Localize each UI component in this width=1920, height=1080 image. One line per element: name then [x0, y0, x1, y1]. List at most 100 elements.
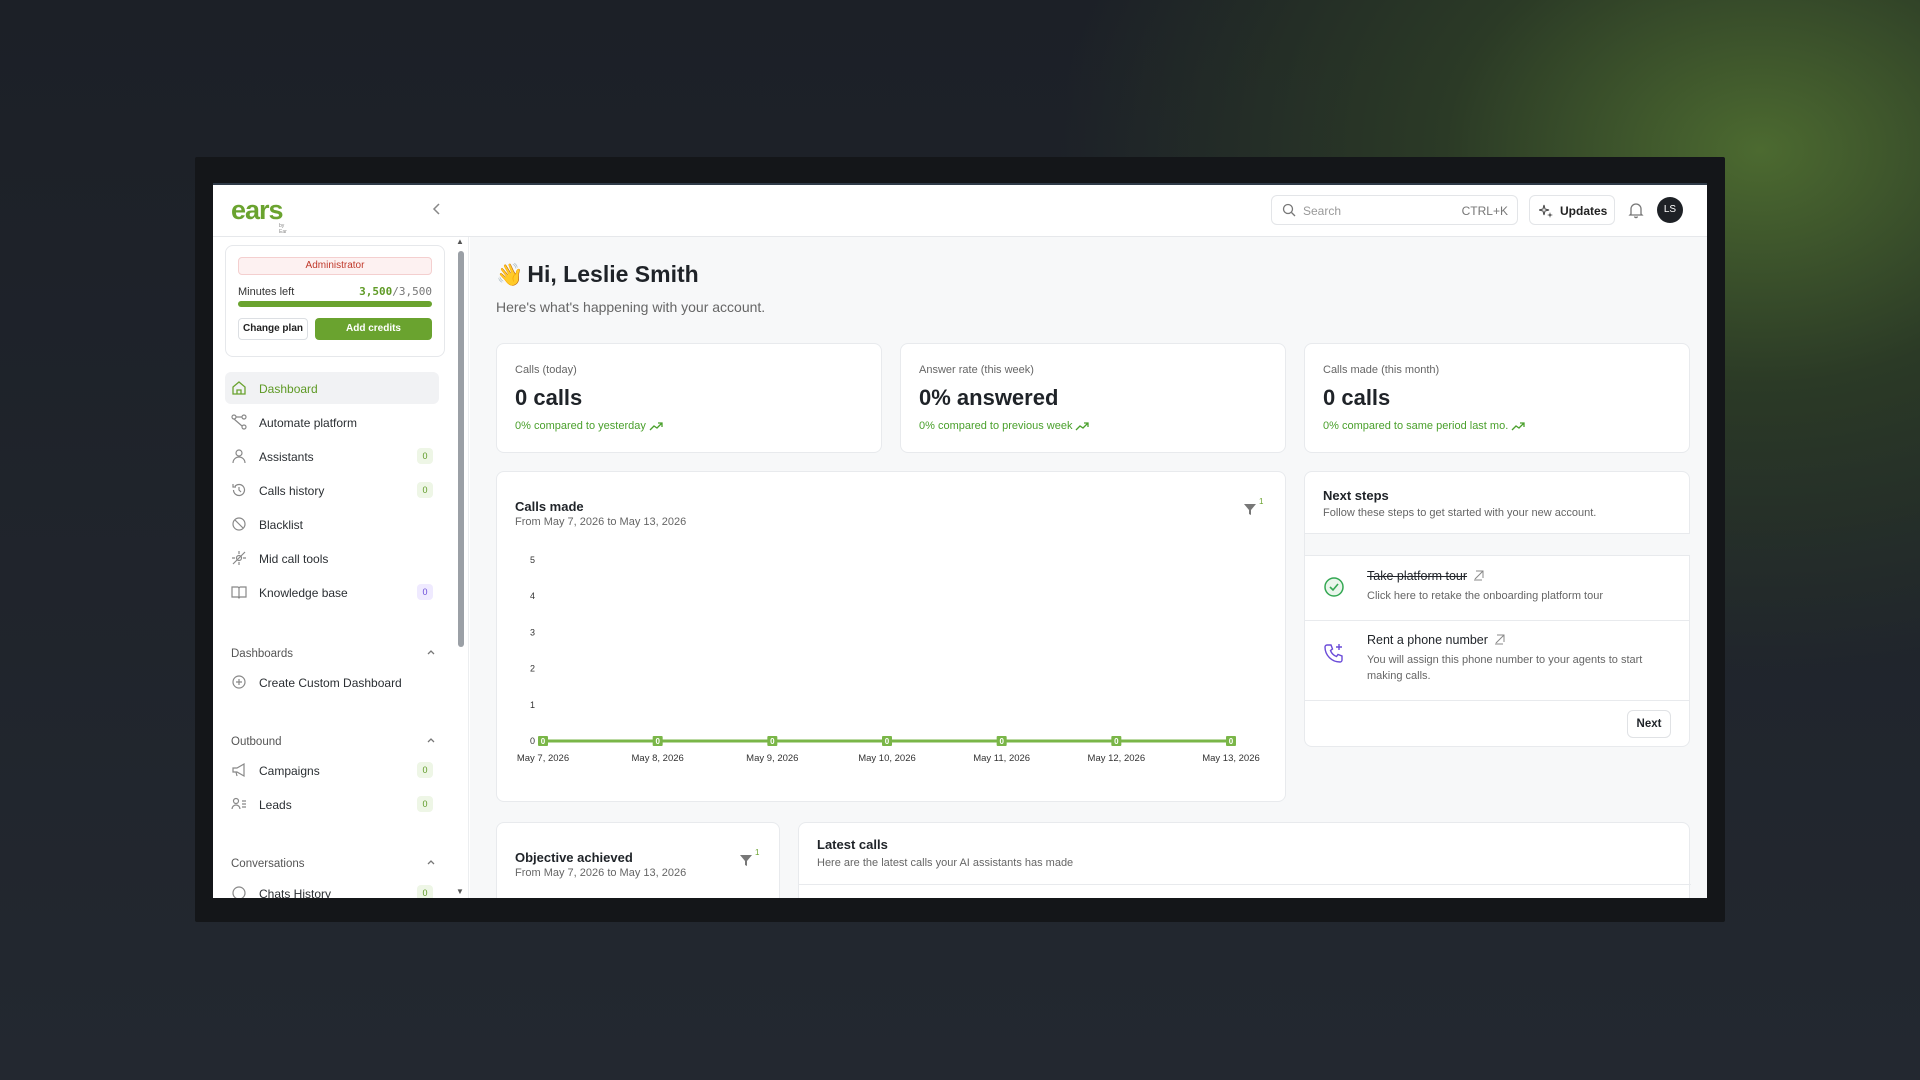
step-title: Take platform tour	[1367, 569, 1484, 583]
scroll-down-arrow-icon[interactable]: ▼	[456, 887, 464, 896]
scroll-up-arrow-icon[interactable]: ▲	[456, 237, 464, 246]
minutes-total: /3,500	[392, 285, 432, 298]
wave-emoji: 👋	[496, 262, 524, 287]
workflow-icon	[231, 414, 247, 430]
stat-title: Calls (today)	[515, 364, 577, 376]
y-tick-label: 3	[530, 627, 535, 637]
sidebar-item-chats-history[interactable]: Chats History 0	[225, 877, 439, 898]
sidebar-item-create-dashboard[interactable]: Create Custom Dashboard	[225, 666, 439, 698]
chevron-up-icon	[427, 650, 435, 655]
sidebar-item-calls-history[interactable]: Calls history 0	[225, 474, 439, 506]
sidebar-item-campaigns[interactable]: Campaigns 0	[225, 754, 439, 786]
sidebar-item-label: Automate platform	[259, 416, 358, 430]
sidebar-item-mid-call-tools[interactable]: Mid call tools	[225, 542, 439, 574]
count-badge: 0	[417, 762, 433, 778]
stat-value: 0 calls	[1323, 385, 1391, 410]
section-conversations[interactable]: Conversations	[231, 858, 437, 870]
y-tick-label: 5	[530, 555, 535, 565]
sidebar-item-label: Campaigns	[259, 764, 320, 778]
sidebar-item-label: Dashboard	[259, 382, 318, 396]
search-box[interactable]: Search CTRL+K	[1271, 195, 1518, 225]
section-outbound[interactable]: Outbound	[231, 736, 437, 748]
stat-card-calls-today: Calls (today) 0 calls 0% compared to yes…	[496, 343, 882, 453]
step-title: Rent a phone number	[1367, 633, 1505, 647]
chevron-up-icon	[427, 860, 435, 865]
data-label: 0	[655, 737, 660, 746]
y-tick-label: 4	[530, 591, 535, 601]
trend-up-icon	[1076, 422, 1090, 431]
next-steps-subtitle: Follow these steps to get started with y…	[1323, 507, 1597, 519]
count-badge: 0	[417, 482, 433, 498]
chevron-left-icon	[432, 203, 440, 215]
next-steps-title: Next steps	[1323, 488, 1389, 503]
search-icon	[1282, 203, 1296, 217]
count-badge: 0	[417, 796, 433, 812]
collapse-sidebar-button[interactable]	[426, 199, 448, 221]
stat-value: 0 calls	[515, 385, 583, 410]
x-tick-label: May 11, 2026	[973, 753, 1030, 764]
plan-card: Administrator Minutes left 3,500/3,500 C…	[225, 245, 445, 357]
check-circle-icon	[1324, 577, 1344, 597]
latest-calls-card: Latest calls Here are the latest calls y…	[798, 822, 1691, 898]
objective-subtitle: From May 7, 2026 to May 13, 2026	[515, 867, 687, 879]
sidebar-scrollbar-thumb[interactable]	[458, 251, 464, 647]
step-title-text: Take platform tour	[1367, 569, 1468, 583]
count-badge: 0	[417, 885, 433, 898]
change-plan-button[interactable]: Change plan	[238, 318, 308, 340]
x-tick-label: May 8, 2026	[632, 753, 684, 764]
updates-button[interactable]: Updates	[1529, 195, 1615, 225]
sidebar-item-label: Calls history	[259, 484, 325, 498]
step-description: Click here to retake the onboarding plat…	[1367, 590, 1604, 602]
stat-change-text: 0% compared to same period last mo.	[1323, 420, 1509, 432]
users-list-icon	[231, 797, 246, 810]
y-tick-label: 2	[530, 664, 535, 674]
stat-change: 0% compared to yesterday	[515, 420, 663, 432]
data-label: 0	[885, 737, 890, 746]
sidebar-item-assistants[interactable]: Assistants 0	[225, 440, 439, 472]
sidebar-item-label: Mid call tools	[259, 552, 329, 566]
next-steps-card: Next steps Follow these steps to get sta…	[1304, 471, 1690, 747]
next-button[interactable]: Next	[1627, 710, 1671, 738]
stat-title: Calls made (this month)	[1323, 364, 1440, 376]
role-badge: Administrator	[238, 257, 432, 275]
external-link-icon	[1474, 570, 1484, 581]
page-subtitle: Here's what's happening with your accoun…	[496, 299, 766, 315]
page-title: 👋 Hi, Leslie Smith	[496, 261, 699, 288]
count-badge: 0	[417, 448, 433, 464]
objective-card: Objective achieved From May 7, 2026 to M…	[496, 822, 780, 898]
minutes-value: 3,500/3,500	[359, 285, 432, 298]
sidebar-item-blacklist[interactable]: Blacklist	[225, 508, 439, 540]
sidebar-item-automate[interactable]: Automate platform	[225, 406, 439, 438]
section-dashboards[interactable]: Dashboards	[231, 648, 437, 660]
plus-circle-icon	[232, 675, 246, 689]
step-title-text: Rent a phone number	[1367, 633, 1488, 647]
stat-change-text: 0% compared to yesterday	[515, 420, 646, 432]
block-icon	[232, 517, 246, 531]
filter-icon[interactable]	[739, 853, 753, 867]
main-content: 👋 Hi, Leslie Smith Here's what's happenin…	[470, 237, 1707, 898]
x-tick-label: May 9, 2026	[746, 753, 798, 764]
logo-text: ears	[231, 195, 284, 225]
search-shortcut: CTRL+K	[1461, 204, 1508, 218]
stat-card-calls-month: Calls made (this month) 0 calls 0% compa…	[1304, 343, 1690, 453]
sparkle-icon	[1539, 204, 1553, 218]
external-link-icon	[1494, 634, 1505, 645]
logo[interactable]: ears by Ear	[231, 195, 287, 235]
bell-icon[interactable]	[1627, 201, 1645, 219]
section-label: Outbound	[231, 736, 282, 748]
sidebar-item-dashboard[interactable]: Dashboard	[225, 372, 439, 404]
logo-sub: by Ear	[279, 223, 287, 235]
sidebar-item-label: Leads	[259, 798, 292, 812]
add-credits-button[interactable]: Add credits	[315, 318, 432, 340]
stat-change: 0% compared to previous week	[919, 420, 1090, 432]
stat-change: 0% compared to same period last mo.	[1323, 420, 1525, 432]
avatar[interactable]: LS	[1657, 197, 1683, 223]
latest-calls-title: Latest calls	[817, 837, 888, 852]
app-window: ears by Ear Search CTRL+K Updates LS Admi…	[213, 183, 1707, 898]
history-icon	[232, 483, 246, 497]
data-label: 0	[541, 737, 546, 746]
sidebar-item-leads[interactable]: Leads 0	[225, 788, 439, 820]
divider	[799, 884, 1691, 885]
sidebar-item-knowledge-base[interactable]: Knowledge base 0	[225, 576, 439, 608]
y-tick-label: 1	[530, 700, 535, 710]
